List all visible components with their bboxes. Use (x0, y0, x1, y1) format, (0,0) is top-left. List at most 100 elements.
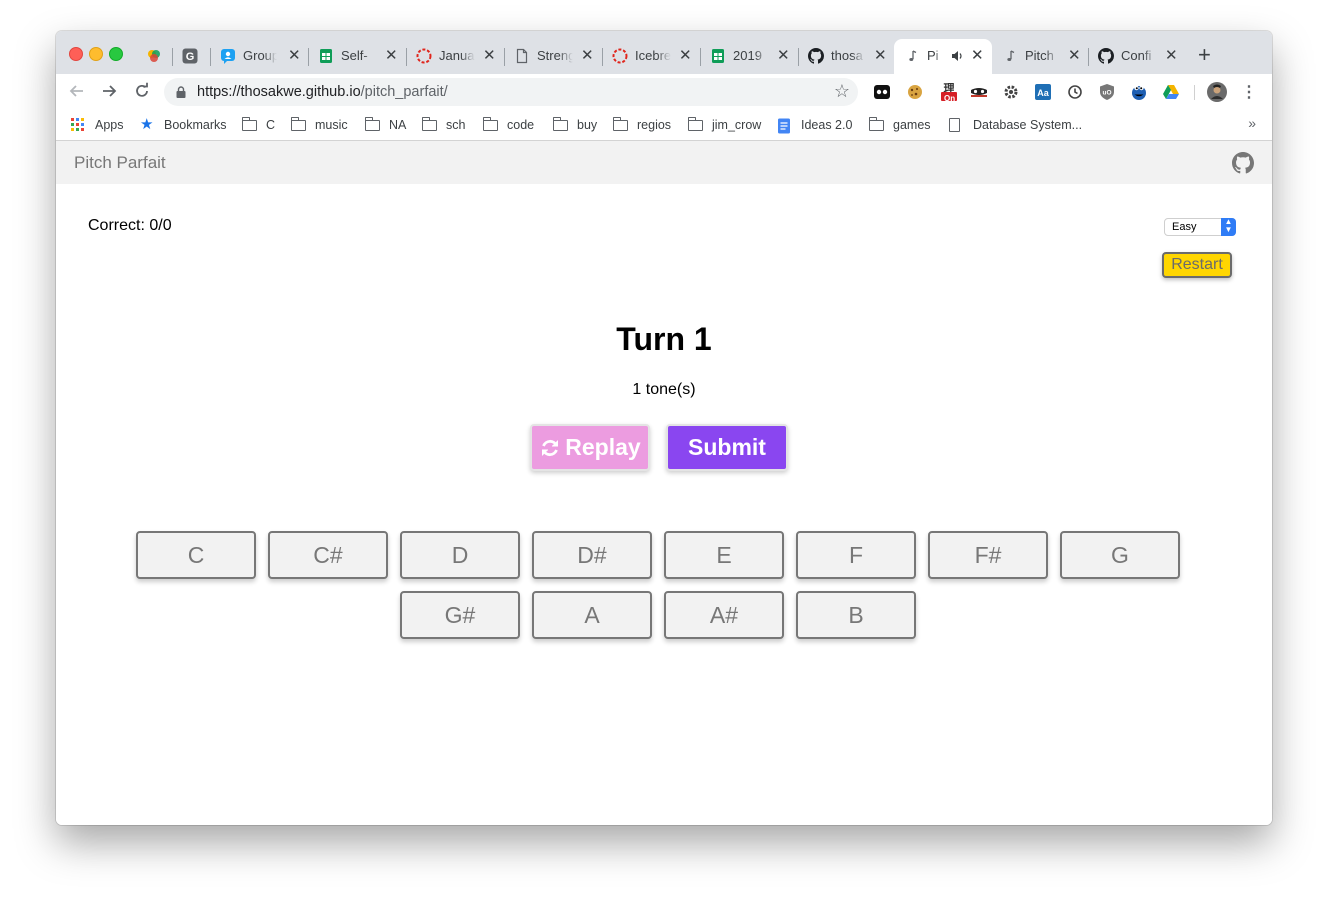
close-tab-icon[interactable]: ✕ (288, 47, 301, 65)
bookmark-folder-games[interactable]: games (868, 116, 931, 134)
note-button-f-sharp[interactable]: F# (928, 531, 1048, 579)
ublock-icon[interactable]: uO (1098, 83, 1116, 101)
bookmark-ideas[interactable]: Ideas 2.0 (777, 116, 852, 134)
reload-icon[interactable] (133, 82, 151, 104)
bookmark-label: buy (577, 118, 598, 132)
close-tab-icon[interactable]: ✕ (385, 47, 398, 65)
note-button-c[interactable]: C (136, 531, 256, 579)
bookmark-label: C (266, 118, 276, 132)
folder-icon (868, 117, 885, 132)
mask-icon[interactable] (970, 83, 988, 101)
bookmark-label: games (893, 118, 931, 132)
note-button-g-sharp[interactable]: G# (400, 591, 520, 639)
tab-group[interactable]: Group ✕ (210, 39, 308, 74)
github-icon[interactable] (1232, 152, 1254, 174)
tab-title: Group (243, 48, 277, 63)
kebab-menu-icon[interactable]: ⋮ (1240, 83, 1258, 101)
tab-strength[interactable]: Streng ✕ (504, 39, 602, 74)
folder-icon (290, 117, 307, 132)
more-bookmarks-icon[interactable]: » (1248, 115, 1256, 131)
toolbar-divider (1194, 85, 1195, 100)
dictionary-on-icon[interactable]: 理 On (938, 82, 960, 103)
submit-button[interactable]: Submit (666, 424, 788, 471)
bookmark-apps[interactable]: Apps (71, 116, 124, 134)
tab-title: Streng (537, 48, 573, 63)
tab-self[interactable]: Self- ✕ (308, 39, 406, 74)
bookmark-label: jim_crow (712, 118, 762, 132)
back-icon[interactable] (68, 82, 86, 104)
tab-pitch[interactable]: Pitch ✕ (992, 39, 1088, 74)
browser-window: G Group ✕ Self- ✕ Janua ✕ Streng ✕ Icebr… (56, 31, 1272, 825)
tab-icebreaker[interactable]: Icebre ✕ (602, 39, 700, 74)
close-tab-icon[interactable]: ✕ (874, 47, 887, 65)
brand-link[interactable]: Pitch Parfait (74, 153, 166, 173)
bookmark-folder-regios[interactable]: regios (612, 116, 671, 134)
cookie-monster-icon[interactable] (1130, 83, 1148, 101)
note-button-g[interactable]: G (1060, 531, 1180, 579)
tab-config[interactable]: Confi ✕ (1088, 39, 1186, 74)
difficulty-select[interactable]: Easy ▲ ▼ (1164, 218, 1236, 236)
history-icon[interactable] (1066, 83, 1084, 101)
bookmark-star-icon[interactable]: ☆ (834, 81, 850, 102)
tab-title: 2019 (733, 48, 762, 63)
close-window-button[interactable] (69, 47, 83, 61)
drive-icon[interactable] (1162, 83, 1180, 101)
tab-pinned-g[interactable]: G (172, 39, 210, 74)
gear-icon[interactable] (1002, 83, 1020, 101)
bookmark-folder-music[interactable]: music (290, 116, 348, 134)
zoom-window-button[interactable] (109, 47, 123, 61)
dictionary-aa-icon[interactable]: Aa (1034, 83, 1052, 101)
bookmark-folder-na[interactable]: NA (364, 116, 406, 134)
tab-separator (798, 48, 799, 66)
docs-icon (777, 118, 793, 134)
replay-button[interactable]: Replay (530, 424, 650, 471)
note-button-f[interactable]: F (796, 531, 916, 579)
tab-separator (504, 48, 505, 66)
url-host: https://thosakwe.github.io (197, 84, 361, 100)
note-button-a[interactable]: A (532, 591, 652, 639)
bookmark-folder-c[interactable]: C (241, 116, 276, 134)
address-bar[interactable]: https://thosakwe.github.io/pitch_parfait… (164, 78, 858, 106)
bookmark-folder-sch[interactable]: sch (421, 116, 466, 134)
new-tab-button[interactable]: + (1198, 44, 1211, 66)
bookmark-folder-jim-crow[interactable]: jim_crow (687, 116, 762, 134)
note-button-e[interactable]: E (664, 531, 784, 579)
tab-github-thosakwe[interactable]: thosa ✕ (798, 39, 894, 74)
close-tab-icon[interactable]: ✕ (581, 47, 594, 65)
tab-separator (172, 48, 173, 66)
restart-button[interactable]: Restart (1162, 252, 1232, 278)
ghostery-icon[interactable] (873, 83, 891, 101)
tab-title: Pitch (1025, 48, 1054, 63)
close-tab-icon[interactable]: ✕ (777, 47, 790, 65)
svg-text:Aa: Aa (1037, 88, 1049, 98)
cookie-icon[interactable] (906, 83, 924, 101)
bookmarks-bar: Apps ★ Bookmarks C music NA sch code buy (56, 110, 1272, 141)
note-button-b[interactable]: B (796, 591, 916, 639)
note-button-a-sharp[interactable]: A# (664, 591, 784, 639)
speaker-icon[interactable] (950, 49, 964, 66)
forward-icon[interactable] (100, 82, 118, 104)
bookmark-database-system[interactable]: Database System... (949, 116, 1082, 134)
note-button-c-sharp[interactable]: C# (268, 531, 388, 579)
bookmark-folder-buy[interactable]: buy (552, 116, 598, 134)
bookmark-label: Ideas 2.0 (801, 118, 853, 132)
close-tab-icon[interactable]: ✕ (1068, 47, 1081, 65)
tab-pitch-active[interactable]: Pi ✕ (894, 39, 992, 74)
tab-pinned-app[interactable] (140, 39, 172, 74)
note-button-d[interactable]: D (400, 531, 520, 579)
replay-label: Replay (565, 434, 641, 460)
close-tab-icon[interactable]: ✕ (971, 47, 984, 65)
difficulty-value: Easy (1172, 221, 1197, 233)
minimize-window-button[interactable] (89, 47, 103, 61)
bookmark-label: code (507, 118, 535, 132)
tab-january[interactable]: Janua ✕ (406, 39, 504, 74)
tab-2019[interactable]: 2019 ✕ (700, 39, 798, 74)
note-button-d-sharp[interactable]: D# (532, 531, 652, 579)
avatar[interactable] (1207, 82, 1227, 102)
bookmark-label: sch (446, 118, 466, 132)
close-tab-icon[interactable]: ✕ (679, 47, 692, 65)
bookmark-bookmarks[interactable]: ★ Bookmarks (140, 116, 227, 134)
close-tab-icon[interactable]: ✕ (483, 47, 496, 65)
bookmark-folder-code[interactable]: code (482, 116, 535, 134)
close-tab-icon[interactable]: ✕ (1165, 47, 1178, 65)
